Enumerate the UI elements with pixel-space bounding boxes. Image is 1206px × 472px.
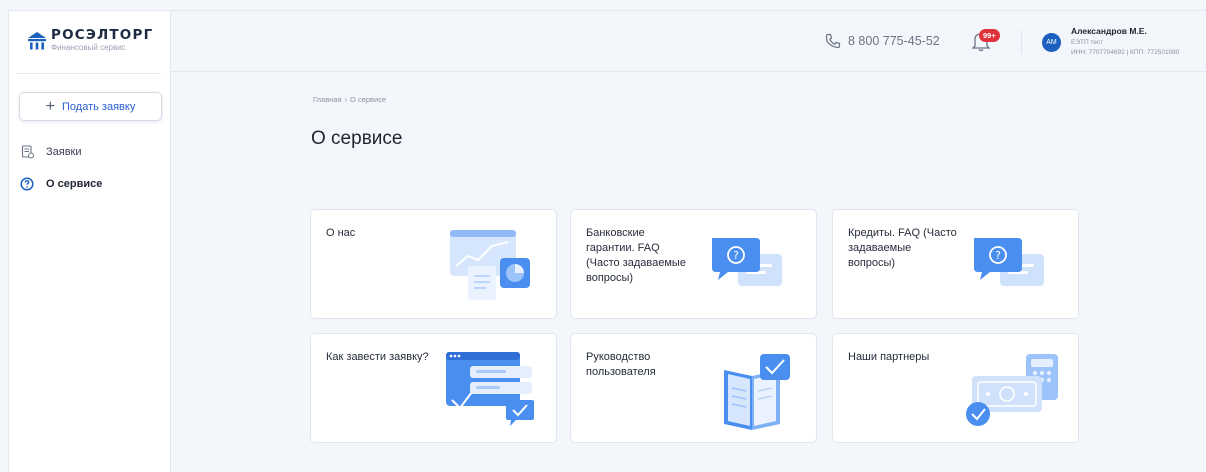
svg-text:?: ? (733, 249, 739, 262)
logo[interactable]: РОСЭЛТОРГ Финансовый сервис (26, 28, 153, 53)
application-window-icon (446, 352, 534, 426)
plus-icon: + (45, 97, 56, 115)
card-our-partners[interactable]: Наши партнеры (832, 333, 1079, 443)
card-about-us[interactable]: О нас (310, 209, 557, 319)
phone-icon (825, 33, 841, 49)
sidebar: РОСЭЛТОРГ Финансовый сервис + Подать зая… (8, 10, 171, 472)
open-book-icon (724, 354, 790, 430)
money-calculator-icon (966, 354, 1058, 426)
card-bank-guarantees-faq[interactable]: Банковские гарантии. FAQ (Часто задаваем… (570, 209, 817, 319)
card-label: Как завести заявку? (326, 351, 429, 363)
breadcrumb: Главная › О сервисе (313, 95, 386, 104)
card-credits-faq[interactable]: Кредиты. FAQ (Часто задаваемые вопросы) … (832, 209, 1079, 319)
sidebar-divider (17, 73, 161, 74)
sidebar-item-label: Заявки (46, 146, 82, 158)
user-organization: ЕЭТП тест (1071, 39, 1104, 46)
card-how-to-apply[interactable]: Как завести заявку? (310, 333, 557, 443)
card-label: Кредиты. FAQ (Часто задаваемые вопросы) (848, 227, 957, 269)
page-title: О сервисе (311, 128, 403, 149)
sidebar-item-requests[interactable]: Заявки (20, 145, 82, 159)
notification-badge: 99+ (979, 29, 1000, 42)
dashboard-chart-icon (450, 230, 530, 300)
faq-chat-icon: ? (974, 238, 1044, 286)
header-divider (1021, 30, 1022, 54)
help-circle-icon (20, 177, 34, 191)
brand-name: РОСЭЛТОРГ (51, 27, 154, 43)
card-label: О нас (326, 227, 356, 239)
card-label: Руководство пользователя (586, 351, 656, 378)
breadcrumb-home-link[interactable]: Главная (313, 95, 342, 104)
breadcrumb-separator: › (344, 95, 348, 104)
breadcrumb-current: О сервисе (350, 95, 387, 104)
avatar[interactable]: АМ (1042, 33, 1061, 52)
logo-icon (28, 31, 46, 49)
user-name: Александров М.Е. (1071, 26, 1147, 36)
card-label: Банковские гарантии. FAQ (Часто задаваем… (586, 227, 686, 284)
top-bar: 8 800 775-45-52 99+ АМ Александров М.Е. … (171, 10, 1206, 72)
faq-chat-icon: ? (712, 238, 782, 286)
sidebar-item-label: О сервисе (46, 178, 103, 190)
document-icon (20, 145, 34, 159)
user-tax-ids: ИНН: 7707704692 | КПП: 772501080 (1071, 49, 1180, 56)
phone-number: 8 800 775-45-52 (848, 34, 940, 48)
card-label: Наши партнеры (848, 351, 930, 363)
submit-application-label: Подать заявку (62, 100, 136, 113)
svg-text:?: ? (995, 249, 1001, 262)
submit-application-button[interactable]: + Подать заявку (19, 92, 162, 121)
brand-subtitle: Финансовый сервис (51, 43, 126, 52)
user-info[interactable]: Александров М.Е. ЕЭТП тест ИНН: 77077046… (1071, 26, 1179, 57)
support-phone[interactable]: 8 800 775-45-52 (824, 32, 940, 50)
card-user-guide[interactable]: Руководство пользователя (570, 333, 817, 443)
sidebar-item-about[interactable]: О сервисе (20, 177, 102, 191)
